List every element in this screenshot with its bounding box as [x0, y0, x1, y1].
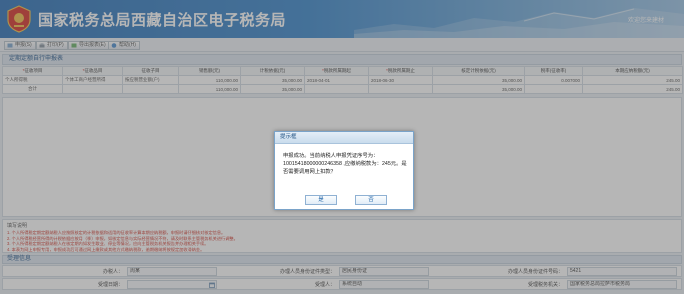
dialog-button-bar: 是 否: [275, 195, 415, 205]
cancel-button[interactable]: 否: [355, 195, 387, 205]
dialog-title: 提示框: [275, 132, 413, 144]
prompt-dialog: 提示框 申报成功。当前纳税人申报凭证序号为：100154180000002463…: [274, 131, 414, 210]
confirm-button[interactable]: 是: [305, 195, 337, 205]
dialog-message: 申报成功。当前纳税人申报凭证序号为：10015418000000246358 ,…: [283, 153, 407, 175]
